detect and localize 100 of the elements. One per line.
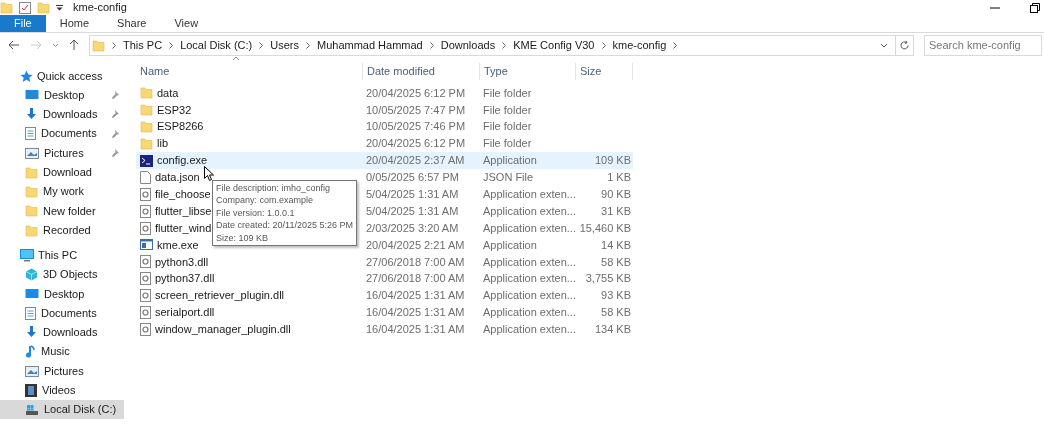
- console-icon: [140, 154, 153, 167]
- gear-file-icon: [140, 187, 151, 201]
- nav-item[interactable]: Music: [0, 342, 124, 362]
- download-icon: [25, 107, 38, 121]
- name-cell[interactable]: data: [136, 84, 181, 102]
- name-cell[interactable]: flutter_libse: [136, 202, 214, 220]
- nav-item[interactable]: Quick access: [0, 66, 124, 86]
- tooltip-line: File version: 1.0.0.1: [216, 206, 296, 219]
- star-icon: [20, 69, 33, 83]
- gear-file-icon: [140, 306, 151, 319]
- folder-icon: [25, 165, 38, 179]
- type-cell-text: Application exten...: [482, 203, 575, 219]
- nav-item[interactable]: Desktop: [0, 85, 124, 105]
- tooltip-line: Company: com.example: [216, 194, 315, 207]
- name-cell[interactable]: lib: [136, 135, 170, 153]
- refresh-icon[interactable]: [899, 39, 910, 51]
- restore-icon[interactable]: [1030, 2, 1040, 13]
- nav-item[interactable]: Local Disk (C:): [0, 399, 124, 420]
- column-header[interactable]: Type: [479, 63, 575, 80]
- breadcrumb-item[interactable]: Local Disk (C:): [180, 36, 253, 54]
- name-cell[interactable]: python37.dll: [136, 270, 217, 288]
- up-icon[interactable]: [69, 39, 79, 51]
- nav-item[interactable]: Desktop: [0, 284, 124, 304]
- monitor-icon: [25, 89, 39, 102]
- name-cell[interactable]: kme.exe: [136, 236, 201, 254]
- dropdown-caret-icon[interactable]: [880, 42, 888, 48]
- column-header[interactable]: Size: [575, 63, 633, 80]
- size-cell-text: 3,755 KB: [584, 271, 632, 287]
- gear-file-icon: [140, 322, 151, 336]
- search-field[interactable]: Search kme-config: [924, 34, 1042, 56]
- size-cell-text: 93 KB: [600, 288, 632, 304]
- name-cell[interactable]: flutter_wind: [136, 219, 214, 237]
- dropdown-caret-icon[interactable]: [56, 4, 63, 11]
- chevron-icon: [502, 41, 507, 49]
- file-name: python37.dll: [155, 271, 215, 287]
- type-cell-text: Application exten...: [482, 322, 575, 338]
- nav-item[interactable]: Documents: [0, 303, 124, 323]
- name-cell[interactable]: data.json: [136, 168, 202, 186]
- file-name: file_choose: [155, 187, 211, 203]
- nav-item[interactable]: This PC: [0, 245, 124, 265]
- nav-item[interactable]: Documents: [0, 124, 124, 144]
- size-cell: 109 KB: [575, 152, 633, 169]
- name-cell[interactable]: ESP32: [136, 101, 194, 119]
- type-cell-text: Application exten...: [482, 187, 575, 203]
- nav-item[interactable]: 3D Objects: [0, 264, 124, 285]
- size-cell-text: 14 KB: [600, 237, 632, 253]
- folder-icon: [140, 86, 153, 100]
- breadcrumb-item[interactable]: Users: [270, 36, 299, 54]
- date-cell-text: 0/05/2025 6:57 PM: [365, 170, 460, 186]
- nav-item[interactable]: Downloads: [0, 104, 124, 125]
- name-cell[interactable]: serialport.dll: [136, 304, 217, 321]
- breadcrumb-item[interactable]: Downloads: [440, 36, 496, 54]
- recent-caret-icon[interactable]: [52, 42, 59, 48]
- chevron-icon: [112, 41, 116, 49]
- nav-item[interactable]: My work: [0, 182, 124, 202]
- nav-item[interactable]: Pictures: [0, 143, 124, 163]
- ribbon-tab[interactable]: View: [160, 15, 213, 32]
- folder-icon: [25, 204, 38, 218]
- computer-icon: [20, 248, 34, 262]
- nav-item[interactable]: Recorded: [0, 220, 124, 240]
- type-cell-text: Application exten...: [482, 288, 575, 304]
- date-cell-text: 5/04/2025 1:31 AM: [365, 203, 460, 219]
- name-cell[interactable]: ESP8266: [136, 118, 206, 136]
- ribbon-tab[interactable]: Share: [103, 15, 161, 32]
- properties-icon[interactable]: [19, 1, 31, 14]
- type-cell-text: File folder: [482, 102, 533, 118]
- breadcrumb-item[interactable]: KME Config V30: [513, 36, 595, 54]
- picture-icon: [25, 147, 39, 159]
- back-icon[interactable]: [8, 40, 20, 50]
- type-cell: Application: [479, 152, 575, 169]
- file-name: serialport.dll: [155, 305, 215, 321]
- type-cell-text: Application exten...: [482, 271, 575, 287]
- column-header[interactable]: Name: [136, 63, 362, 80]
- tooltip-line: File description: imho_config: [216, 181, 332, 194]
- date-cell-text: 27/06/2018 7:00 AM: [365, 254, 466, 270]
- type-cell-text: Application: [482, 237, 538, 253]
- breadcrumb-item[interactable]: This PC: [123, 36, 163, 54]
- nav-item[interactable]: Download: [0, 162, 124, 182]
- column-header[interactable]: Date modified: [362, 63, 479, 80]
- folder-icon: [140, 137, 153, 151]
- nav-item[interactable]: Pictures: [0, 361, 124, 381]
- breadcrumb-item[interactable]: Muhammad Hammad: [317, 36, 423, 54]
- name-cell[interactable]: python3.dll: [136, 253, 211, 271]
- name-cell[interactable]: config.exe: [136, 152, 210, 169]
- nav-item[interactable]: Videos: [0, 380, 124, 400]
- file-name: flutter_wind: [155, 220, 212, 236]
- breadcrumb-item[interactable]: kme-config: [612, 36, 667, 54]
- window-title: kme-config: [73, 0, 127, 16]
- name-cell[interactable]: window_manager_plugin.dll: [136, 320, 293, 338]
- name-cell[interactable]: screen_retriever_plugin.dll: [136, 287, 286, 305]
- type-cell-text: Application exten...: [482, 254, 575, 270]
- nav-item[interactable]: New folder: [0, 201, 124, 221]
- nav-item[interactable]: Downloads: [0, 322, 124, 343]
- address-bar[interactable]: This PC Local Disk (C:) Users Muhammad Hammad Downloads KME Config V30 kme-config: [89, 34, 914, 56]
- file-name: python3.dll: [155, 254, 209, 270]
- chevron-icon: [429, 41, 434, 49]
- name-cell[interactable]: file_choose: [136, 185, 213, 203]
- ribbon-tab[interactable]: Home: [45, 15, 104, 32]
- ribbon-tab[interactable]: File: [0, 15, 46, 32]
- file-name: flutter_libse: [155, 203, 212, 219]
